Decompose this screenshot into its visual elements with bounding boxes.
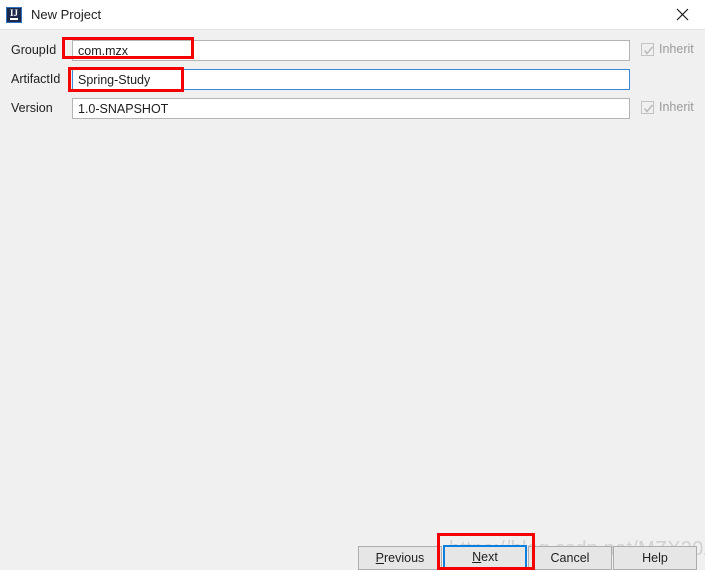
cancel-button[interactable]: Cancel	[528, 546, 612, 570]
help-button[interactable]: Help	[613, 546, 697, 570]
form-row-groupid: GroupId Inherit	[0, 40, 705, 62]
close-icon[interactable]	[659, 0, 705, 29]
artifactid-input[interactable]	[72, 69, 630, 90]
inherit-label: Inherit	[659, 42, 694, 56]
help-label: Help	[642, 551, 668, 565]
checkbox-box	[641, 101, 654, 114]
artifactid-label: ArtifactId	[11, 72, 61, 86]
version-inherit-checkbox[interactable]: Inherit	[641, 100, 694, 115]
previous-label: revious	[384, 551, 425, 565]
cancel-label: Cancel	[550, 551, 590, 565]
inherit-label: Inherit	[659, 100, 694, 114]
next-mnemonic: N	[472, 550, 482, 564]
checkbox-box	[641, 43, 654, 56]
version-input[interactable]	[72, 98, 630, 119]
intellij-idea-icon: IJ	[6, 6, 22, 23]
previous-mnemonic: P	[375, 551, 385, 565]
previous-button[interactable]: Previous	[358, 546, 442, 570]
groupid-input[interactable]	[72, 40, 630, 61]
form-row-version: Version Inherit	[0, 98, 705, 120]
next-label: ext	[481, 550, 498, 564]
version-label: Version	[11, 101, 53, 115]
next-button[interactable]: Next	[443, 545, 527, 569]
groupid-inherit-checkbox[interactable]: Inherit	[641, 42, 694, 57]
groupid-label: GroupId	[11, 43, 57, 57]
app-icon-underline	[10, 17, 18, 20]
title-bar: IJ New Project	[0, 0, 705, 30]
app-icon-letters: IJ	[9, 7, 18, 18]
window-title: New Project	[31, 6, 102, 22]
form-row-artifactid: ArtifactId	[0, 69, 705, 91]
